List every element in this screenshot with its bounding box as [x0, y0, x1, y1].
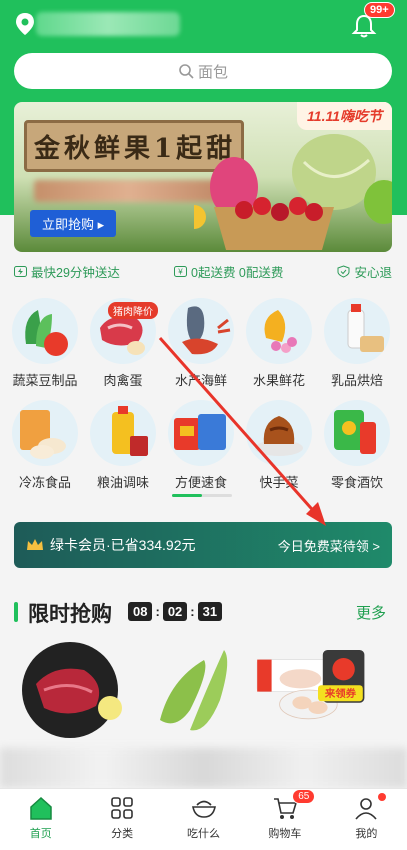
notification-dot: [377, 793, 386, 801]
tab-category[interactable]: 分类: [81, 789, 162, 850]
service-badge: ¥ 0起送费 0配送费: [174, 262, 283, 281]
promo-banner[interactable]: 金秋鲜果1起甜 11.11嗨吃节 立即抢购 ▸: [14, 102, 392, 252]
tab-cart[interactable]: 购物车 65: [244, 789, 325, 850]
svg-text:¥: ¥: [177, 268, 183, 277]
tab-what-to-eat[interactable]: 吃什么: [163, 789, 244, 850]
cart-count-badge: 65: [292, 789, 316, 804]
vip-savings-text: 绿卡会员·已省334.92元: [50, 537, 196, 553]
seafood-icon: [182, 306, 231, 355]
dairy-icon: [347, 304, 384, 352]
search-bar[interactable]: 面包: [14, 53, 392, 89]
search-icon: [179, 64, 194, 79]
tab-home[interactable]: 首页: [0, 789, 81, 850]
grain-oil-icon: [112, 406, 148, 456]
category-fruit[interactable]: 水果鲜花: [242, 298, 316, 389]
event-tag: 11.11嗨吃节: [297, 102, 392, 130]
section-accent-bar: [14, 602, 18, 622]
bottom-tab-bar: 首页 分类 吃什么 购物车 65 我的: [0, 788, 407, 850]
coupon-label[interactable]: 来领券: [324, 687, 357, 700]
frozen-food-icon: [20, 410, 66, 459]
countdown-timer: 08: 02: 31: [128, 602, 223, 621]
more-link[interactable]: 更多: [356, 602, 386, 623]
product-bitter-melon[interactable]: [140, 640, 260, 740]
lightning-icon: [14, 266, 27, 277]
address-text-blurred[interactable]: [36, 12, 180, 36]
category-icon: [111, 797, 133, 819]
tab-profile[interactable]: 我的: [326, 789, 407, 850]
category-scroll-indicator: [172, 494, 232, 497]
category-instant[interactable]: 方便速食: [164, 400, 238, 491]
category-seafood[interactable]: 水产海鲜: [164, 298, 238, 389]
quick-dish-icon: [255, 416, 303, 456]
bowl-icon: [191, 800, 216, 818]
coin-icon: ¥: [174, 266, 187, 277]
service-badge: 安心退: [337, 262, 392, 281]
category-snacks[interactable]: 零食酒饮: [320, 400, 394, 491]
profile-icon: [355, 798, 377, 820]
vegetables-icon: [25, 310, 68, 356]
category-vegetables[interactable]: 蔬菜豆制品: [8, 298, 82, 389]
vip-card-banner[interactable]: 绿卡会员·已省334.92元 今日免费菜待领 >: [14, 522, 392, 568]
fruit-basket-illustration: [194, 134, 392, 250]
flash-sale-products: 来领券: [0, 640, 407, 750]
shield-check-icon: [337, 265, 350, 278]
notification-badge: 99+: [364, 2, 395, 18]
product-info-blurred: [0, 748, 407, 788]
crown-icon: [27, 539, 43, 550]
flash-sale-title: 限时抢购: [28, 603, 112, 626]
instant-food-icon: [174, 414, 226, 450]
snacks-drinks-icon: [334, 410, 376, 454]
category-frozen[interactable]: 冷冻食品: [8, 400, 82, 491]
product-chicken[interactable]: 来领券: [254, 640, 374, 740]
price-drop-tag: 猪肉降价: [108, 302, 158, 319]
buy-now-button[interactable]: 立即抢购 ▸: [30, 210, 117, 237]
flash-sale-header: 限时抢购 08: 02: 31 更多: [14, 598, 392, 628]
service-badges: 最快29分钟送达 ¥ 0起送费 0配送费 安心退: [14, 262, 392, 281]
location-pin-icon[interactable]: [14, 12, 36, 36]
category-dairy[interactable]: 乳品烘焙: [320, 298, 394, 389]
search-placeholder: 面包: [197, 63, 228, 81]
free-veg-link[interactable]: 今日免费菜待领 >: [278, 536, 380, 555]
fruit-icon: [264, 310, 297, 353]
category-grain-oil[interactable]: 粮油调味: [86, 400, 160, 491]
home-icon: [29, 796, 52, 820]
category-quick-dish[interactable]: 快手菜: [242, 400, 316, 491]
service-badge: 最快29分钟送达: [14, 262, 120, 281]
product-beef[interactable]: [14, 640, 134, 740]
